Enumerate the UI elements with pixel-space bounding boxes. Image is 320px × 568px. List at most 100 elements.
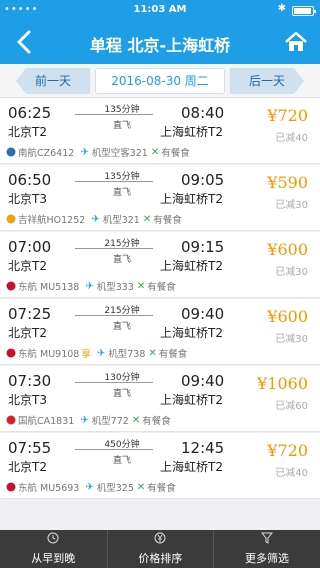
page-title: 单程 北京-上海虹桥 <box>89 36 231 55</box>
departure-time: 07:55 <box>8 439 52 457</box>
discount: 已减60 <box>275 401 308 412</box>
airline-logo-icon <box>6 147 16 157</box>
airline-logo-icon <box>6 348 16 358</box>
flight-list: 06:25 北京T2 135分钟 直飞 08:40 上海虹桥T2 ¥720 已减40 南航CZ6… <box>0 98 320 530</box>
departure-airport: 北京T2 <box>8 125 47 139</box>
meal-icon: ✕ <box>131 414 141 426</box>
price: ¥720 <box>267 441 308 460</box>
airline-flight-number: 东航 MU9108 <box>18 349 80 360</box>
departure-airport: 北京T2 <box>8 326 47 340</box>
departure-time: 06:50 <box>8 171 52 189</box>
route-line <box>75 248 153 249</box>
yen-icon <box>108 532 214 546</box>
flight-info: 东航 MU9108 享 ✈ 机型738 ✕ 有餐食 <box>6 346 187 360</box>
arrival-airport: 上海虹桥T2 <box>160 393 223 407</box>
flight-card[interactable]: 06:25 北京T2 135分钟 直飞 08:40 上海虹桥T2 ¥720 已减40 南航CZ6… <box>0 98 320 164</box>
battery-fill <box>294 8 312 14</box>
meal-icon: ✕ <box>136 481 146 493</box>
plane-icon: ✈ <box>80 414 89 426</box>
meal-info: 有餐食 <box>147 483 176 494</box>
status-bar: ••••• 11:03 AM ✱ <box>0 0 320 20</box>
tab-label: 价格排序 <box>138 552 183 565</box>
aircraft-type: 机型321 <box>102 215 140 226</box>
airline-flight-number: 南航CZ6412 <box>18 148 75 159</box>
arrival-time: 08:40 <box>181 104 225 122</box>
flight-info: 吉祥航HO1252 ✈ 机型321 ✕ 有餐食 <box>6 212 182 226</box>
discount: 已减40 <box>275 468 308 479</box>
plane-icon: ✈ <box>91 213 100 225</box>
departure-time: 07:30 <box>8 372 52 390</box>
flight-card[interactable]: 07:25 北京T2 215分钟 直飞 09:40 上海虹桥T2 ¥600 已减30 东航 MU… <box>0 299 320 365</box>
sort-by-time-tab[interactable]: 从早到晚 <box>0 530 107 568</box>
arrival-time: 09:15 <box>181 238 225 256</box>
flight-card[interactable]: 07:00 北京T2 215分钟 直飞 09:15 上海虹桥T2 ¥600 已减30 东航 MU… <box>0 232 320 298</box>
plane-icon: ✈ <box>85 280 94 292</box>
bottom-tab-bar: 从早到晚 价格排序 更多筛选 <box>0 530 320 568</box>
more-filter-tab[interactable]: 更多筛选 <box>213 530 320 568</box>
sort-by-price-tab[interactable]: 价格排序 <box>106 530 214 568</box>
plane-icon: ✈ <box>85 481 94 493</box>
chevron-left-icon[interactable] <box>14 29 36 55</box>
aircraft-type: 机型325 <box>96 483 134 494</box>
airline-logo-icon <box>6 415 16 425</box>
flight-type: 直飞 <box>112 255 131 265</box>
departure-time: 07:25 <box>8 305 52 323</box>
price: ¥600 <box>267 307 308 326</box>
route-line <box>75 382 153 383</box>
airline-logo-icon <box>6 214 16 224</box>
plane-icon: ✈ <box>80 146 89 158</box>
airline-logo-icon <box>6 482 16 492</box>
meal-icon: ✕ <box>150 146 160 158</box>
flight-card[interactable]: 06:50 北京T3 135分钟 直飞 09:05 上海虹桥T2 ¥590 已减30 吉祥航HO… <box>0 165 320 231</box>
airline-flight-number: 东航 MU5693 <box>18 483 80 494</box>
meal-info: 有餐食 <box>153 215 182 226</box>
aircraft-type: 机型333 <box>96 282 134 293</box>
flight-type: 直飞 <box>112 456 131 466</box>
flight-info: 东航 MU5138 ✈ 机型333 ✕ 有餐食 <box>6 279 176 293</box>
arrival-time: 09:05 <box>181 171 225 189</box>
status-time: 11:03 AM <box>133 4 187 15</box>
home-icon[interactable] <box>284 30 308 54</box>
arrival-time: 12:45 <box>181 439 225 457</box>
flight-info: 国航CA1831 ✈ 机型772 ✕ 有餐食 <box>6 413 171 427</box>
date-bar: 前一天 2016-08-30 周二 后一天 <box>0 64 320 98</box>
battery-icon <box>292 6 316 16</box>
arrival-airport: 上海虹桥T2 <box>160 326 223 340</box>
price: ¥1060 <box>257 374 308 393</box>
route-line <box>75 181 153 182</box>
aircraft-type: 机型772 <box>91 416 129 427</box>
arrival-airport: 上海虹桥T2 <box>160 460 223 474</box>
meal-info: 有餐食 <box>158 349 188 360</box>
airline-logo-icon <box>6 281 16 291</box>
departure-time: 07:00 <box>8 238 52 256</box>
flight-info: 南航CZ6412 ✈ 机型空客321 ✕ 有餐食 <box>6 145 190 159</box>
discount: 已减30 <box>275 200 308 211</box>
flight-card[interactable]: 07:30 北京T3 130分钟 直飞 09:40 上海虹桥T2 ¥1060 已减60 国航CA… <box>0 366 320 432</box>
tab-label: 更多筛选 <box>244 552 289 565</box>
departure-airport: 北京T2 <box>8 259 47 273</box>
bluetooth-icon: ✱ <box>277 3 286 14</box>
arrival-airport: 上海虹桥T2 <box>160 259 223 273</box>
airline-flight-number: 东航 MU5138 <box>18 282 80 293</box>
arrival-time: 09:40 <box>181 372 225 390</box>
aircraft-type: 机型空客321 <box>91 148 148 159</box>
departure-airport: 北京T3 <box>8 393 47 407</box>
next-day-button[interactable]: 后一天 <box>230 68 304 94</box>
discount: 已减30 <box>275 334 308 345</box>
price: ¥720 <box>267 106 308 125</box>
date-selector[interactable]: 2016-08-30 周二 <box>95 68 225 94</box>
tab-label: 从早到晚 <box>31 552 76 565</box>
aircraft-type: 机型738 <box>108 349 146 360</box>
discount: 已减30 <box>275 267 308 278</box>
clock-icon <box>0 532 107 546</box>
meal-info: 有餐食 <box>161 148 190 159</box>
flight-type: 直飞 <box>112 121 131 131</box>
flight-info: 东航 MU5693 ✈ 机型325 ✕ 有餐食 <box>6 480 176 494</box>
price: ¥590 <box>267 173 308 192</box>
departure-airport: 北京T2 <box>8 460 47 474</box>
flight-card[interactable]: 07:55 北京T2 450分钟 直飞 12:45 上海虹桥T2 ¥720 已减40 东航 MU… <box>0 433 320 499</box>
meal-icon: ✕ <box>148 347 157 359</box>
departure-time: 06:25 <box>8 104 52 122</box>
prev-day-button[interactable]: 前一天 <box>16 68 90 94</box>
codeshare-badge: 享 <box>81 349 91 360</box>
